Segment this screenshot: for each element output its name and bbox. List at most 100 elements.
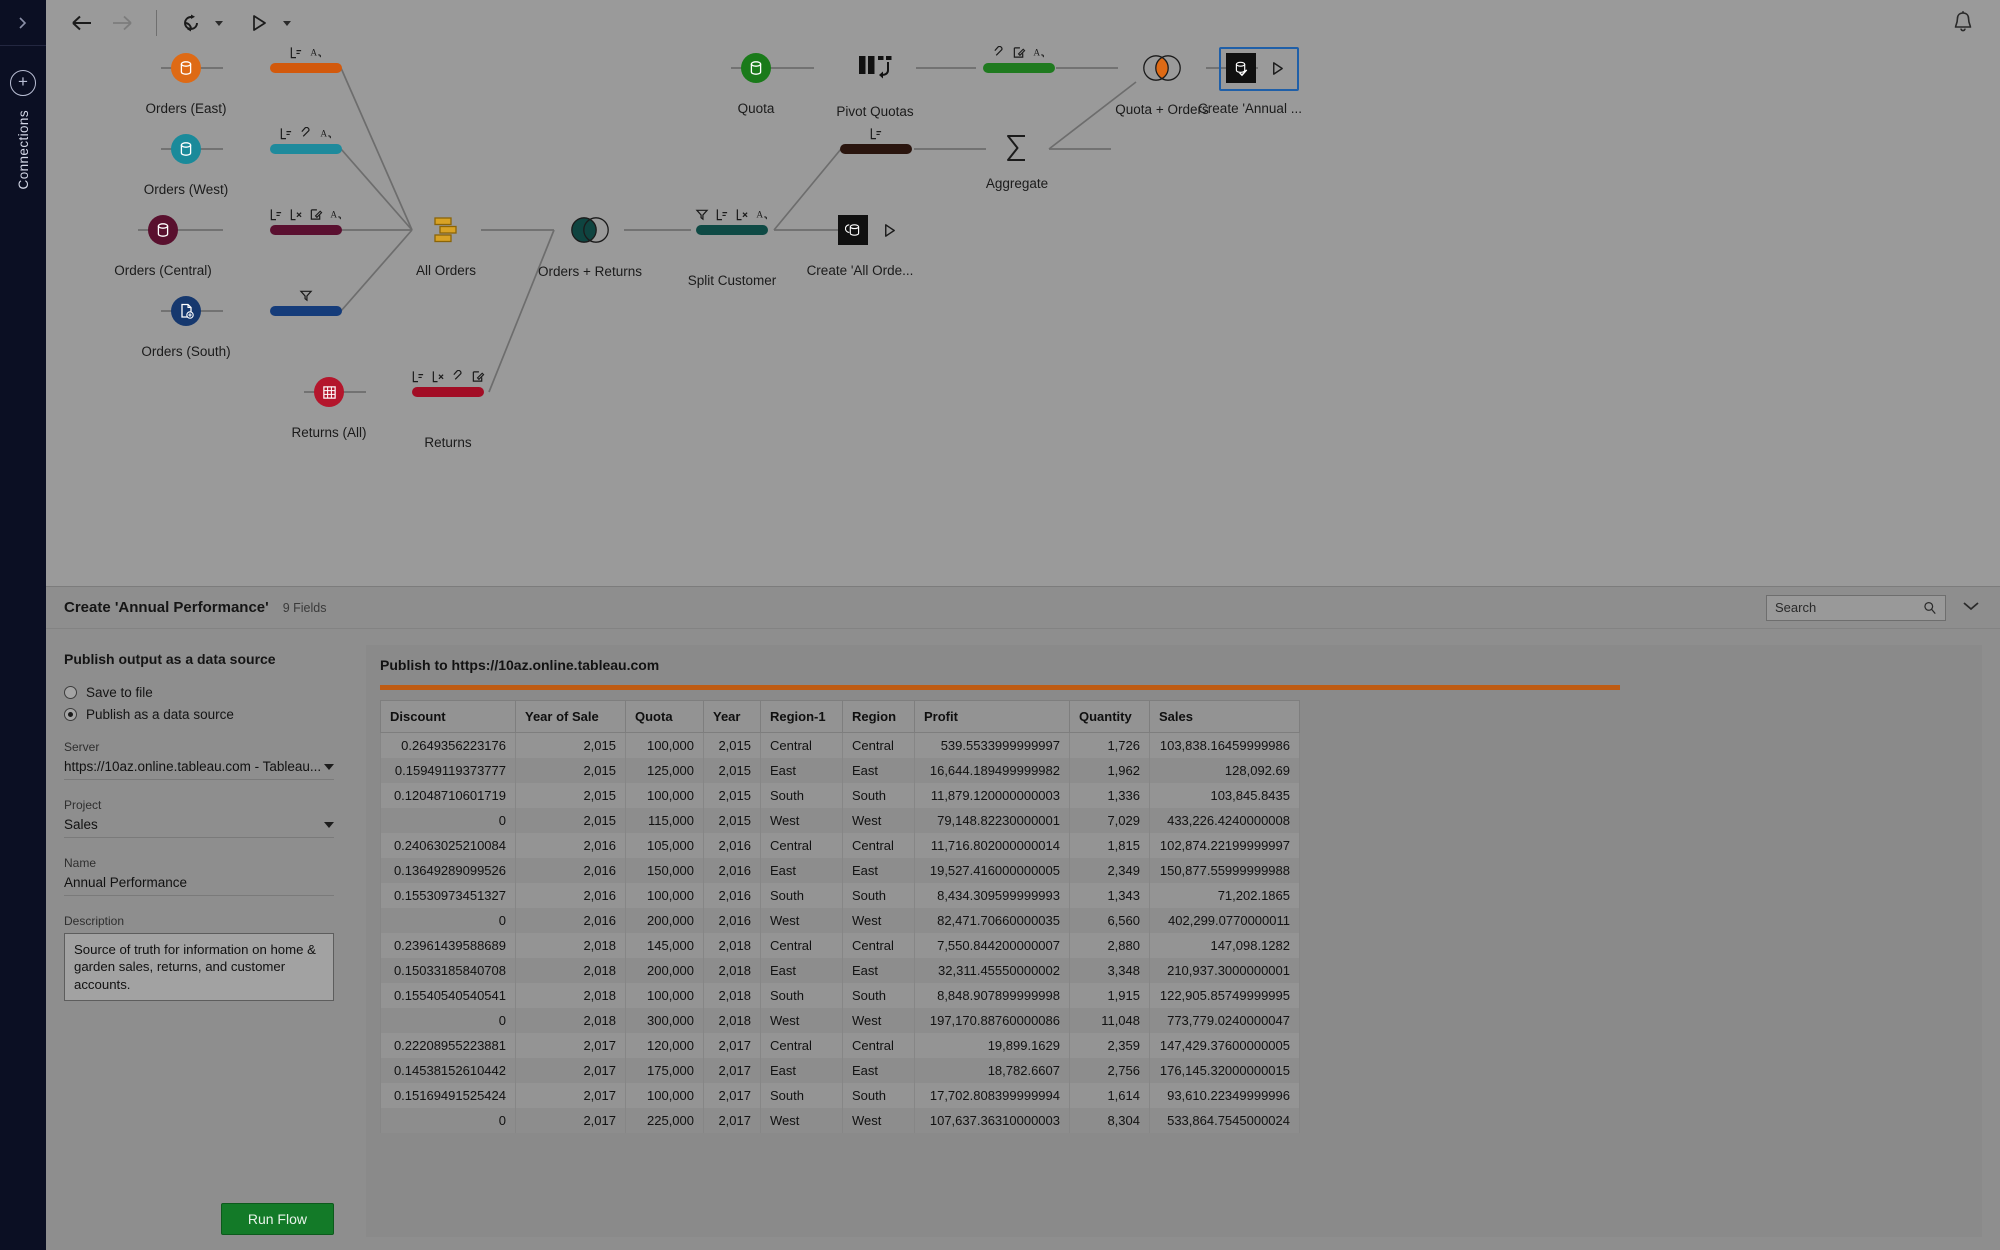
flow-step-clean-quota[interactable]: A xyxy=(983,46,1055,73)
table-row[interactable]: 0.15949119373777 2,015 125,000 2,015 East Eas… xyxy=(380,758,1300,783)
table-row[interactable]: 0.15540540540541 2,018 100,000 2,018 South So… xyxy=(380,983,1300,1008)
flow-node-aggregate[interactable]: Aggregate xyxy=(986,132,1048,191)
play-icon[interactable] xyxy=(882,223,897,238)
table-cell: 0.12048710601719 xyxy=(380,783,516,808)
forward-button[interactable] xyxy=(102,6,142,40)
table-row[interactable]: 0 2,015 115,000 2,015 West West 79,148.8223000… xyxy=(380,808,1300,833)
table-cell: 2,017 xyxy=(703,1058,761,1083)
flow-step-filter-south[interactable] xyxy=(270,290,342,316)
flow-step-returns[interactable]: Returns xyxy=(412,370,485,450)
column-header-discount[interactable]: Discount xyxy=(380,700,516,733)
radio-button[interactable] xyxy=(64,686,77,699)
table-cell: 3,348 xyxy=(1069,958,1150,983)
refresh-dropdown-caret[interactable] xyxy=(215,20,223,26)
flow-node-orders-south[interactable]: Orders (South) xyxy=(141,296,231,359)
column-header-quota[interactable]: Quota xyxy=(625,700,704,733)
flow-canvas[interactable]: Orders (East) A Orders (West) A Orders (… xyxy=(46,46,2000,586)
table-row[interactable]: 0 2,016 200,000 2,016 West West 82,471.7066000… xyxy=(380,908,1300,933)
radio-publish-data-source[interactable]: Publish as a data source xyxy=(64,707,334,722)
radio-save-to-file[interactable]: Save to file xyxy=(64,685,334,700)
flow-step-clean-central[interactable]: A xyxy=(270,209,342,235)
project-select[interactable]: Sales xyxy=(64,817,334,838)
table-cell: Central xyxy=(760,732,843,758)
results-card: Publish to https://10az.online.tableau.c… xyxy=(366,645,1982,1237)
column-header-region[interactable]: Region xyxy=(842,700,915,733)
play-icon[interactable] xyxy=(1270,61,1285,76)
description-label: Description xyxy=(64,914,125,928)
table-cell: 19,527.416000000005 xyxy=(914,858,1070,883)
flow-node-pivot-quotas[interactable]: Pivot Quotas xyxy=(836,54,914,119)
refresh-button[interactable] xyxy=(171,6,211,40)
run-control[interactable] xyxy=(239,6,291,40)
flow-step-clean-east[interactable]: A xyxy=(270,47,342,73)
radio-button[interactable] xyxy=(64,708,77,721)
toolbar-divider xyxy=(156,10,157,36)
table-cell: 2,015 xyxy=(515,808,626,833)
table-cell: 115,000 xyxy=(625,808,704,833)
server-field[interactable]: Server https://10az.online.tableau.com -… xyxy=(64,740,334,780)
flow-node-orders-returns[interactable]: Orders + Returns xyxy=(538,216,642,279)
expand-panel-button[interactable] xyxy=(0,0,46,46)
project-field[interactable]: Project Sales xyxy=(64,798,334,838)
table-row[interactable]: 0.22208955223881 2,017 120,000 2,017 Central… xyxy=(380,1033,1300,1058)
table-cell: Central xyxy=(842,933,915,958)
field-count-label: 9 Fields xyxy=(282,600,327,615)
column-header-region-1[interactable]: Region-1 xyxy=(760,700,843,733)
table-cell: 1,962 xyxy=(1069,758,1150,783)
column-header-quantity[interactable]: Quantity xyxy=(1069,700,1150,733)
flow-node-orders-east[interactable]: Orders (East) xyxy=(145,53,227,116)
table-row[interactable]: 0.2649356223176 2,015 100,000 2,015 Central C… xyxy=(380,732,1300,758)
flow-node-orders-west[interactable]: Orders (West) xyxy=(144,134,228,197)
notifications-button[interactable] xyxy=(1952,10,1974,39)
flow-step-split-customer[interactable]: A Split Customer xyxy=(688,209,776,288)
flow-node-label: Create 'Annual ... xyxy=(1198,101,1302,116)
collapse-pane-button[interactable] xyxy=(1962,599,1980,617)
database-icon xyxy=(171,53,201,83)
flow-node-quota-orders[interactable]: Quota + Orders xyxy=(1115,54,1209,117)
table-grid-icon xyxy=(314,377,344,407)
table-row[interactable]: 0.12048710601719 2,015 100,000 2,015 South So… xyxy=(380,783,1300,808)
table-row[interactable]: 0.23961439588689 2,018 145,000 2,018 Central… xyxy=(380,933,1300,958)
run-flow-button[interactable] xyxy=(239,6,279,40)
refresh-control[interactable] xyxy=(171,6,223,40)
flow-node-orders-central[interactable]: Orders (Central) xyxy=(114,215,212,278)
name-field[interactable]: Name Annual Performance xyxy=(64,856,334,896)
back-button[interactable] xyxy=(62,6,102,40)
table-row[interactable]: 0.15033185840708 2,018 200,000 2,018 East Eas… xyxy=(380,958,1300,983)
add-connection-button[interactable]: + xyxy=(10,70,36,96)
name-input[interactable]: Annual Performance xyxy=(64,875,334,896)
flow-node-returns-all[interactable]: Returns (All) xyxy=(291,377,367,440)
table-row[interactable]: 0 2,018 300,000 2,018 West West 197,170.887600… xyxy=(380,1008,1300,1033)
step-icon-group: A xyxy=(270,208,343,221)
table-row[interactable]: 0.13649289099526 2,016 150,000 2,016 East Eas… xyxy=(380,858,1300,883)
run-dropdown-caret[interactable] xyxy=(283,20,291,26)
table-cell: West xyxy=(760,1008,843,1033)
flow-node-all-orders[interactable]: All Orders xyxy=(416,215,476,278)
table-row[interactable]: 0.15530973451327 2,016 100,000 2,016 South So… xyxy=(380,883,1300,908)
column-header-sales[interactable]: Sales xyxy=(1149,700,1300,733)
table-cell: 0.15540540540541 xyxy=(380,983,516,1008)
table-row[interactable]: 0.24063025210084 2,016 105,000 2,016 Central… xyxy=(380,833,1300,858)
connections-rail: + Connections xyxy=(0,0,46,1250)
table-cell: 2,018 xyxy=(515,933,626,958)
description-field[interactable]: Description Source of truth for informat… xyxy=(64,914,334,1002)
flow-node-label: All Orders xyxy=(415,263,477,278)
flow-node-create-all-orders[interactable]: Create 'All Orde... xyxy=(807,215,914,278)
remove-field-icon xyxy=(432,371,444,383)
table-cell: 147,098.1282 xyxy=(1149,933,1300,958)
column-header-profit[interactable]: Profit xyxy=(914,700,1070,733)
flow-step-aggregate-input[interactable] xyxy=(840,128,912,154)
server-select[interactable]: https://10az.online.tableau.com - Tablea… xyxy=(64,759,334,780)
table-row[interactable]: 0.14538152610442 2,017 175,000 2,017 East Eas… xyxy=(380,1058,1300,1083)
run-flow-button[interactable]: Run Flow xyxy=(220,1203,334,1235)
column-header-year-of-sale[interactable]: Year of Sale xyxy=(515,700,626,733)
table-row[interactable]: 0.15169491525424 2,017 100,000 2,017 South So… xyxy=(380,1083,1300,1108)
flow-step-clean-west[interactable]: A xyxy=(270,127,342,154)
description-textarea[interactable]: Source of truth for information on home … xyxy=(64,933,334,1002)
table-cell: 0.13649289099526 xyxy=(380,858,516,883)
table-row[interactable]: 0 2,017 225,000 2,017 West West 107,637.363100… xyxy=(380,1108,1300,1133)
flow-node-quota[interactable]: Quota xyxy=(738,53,774,116)
search-input[interactable]: Search xyxy=(1766,594,1946,621)
column-header-year[interactable]: Year xyxy=(703,700,761,733)
flow-node-create-annual[interactable]: Create 'Annual ... xyxy=(1198,53,1302,116)
